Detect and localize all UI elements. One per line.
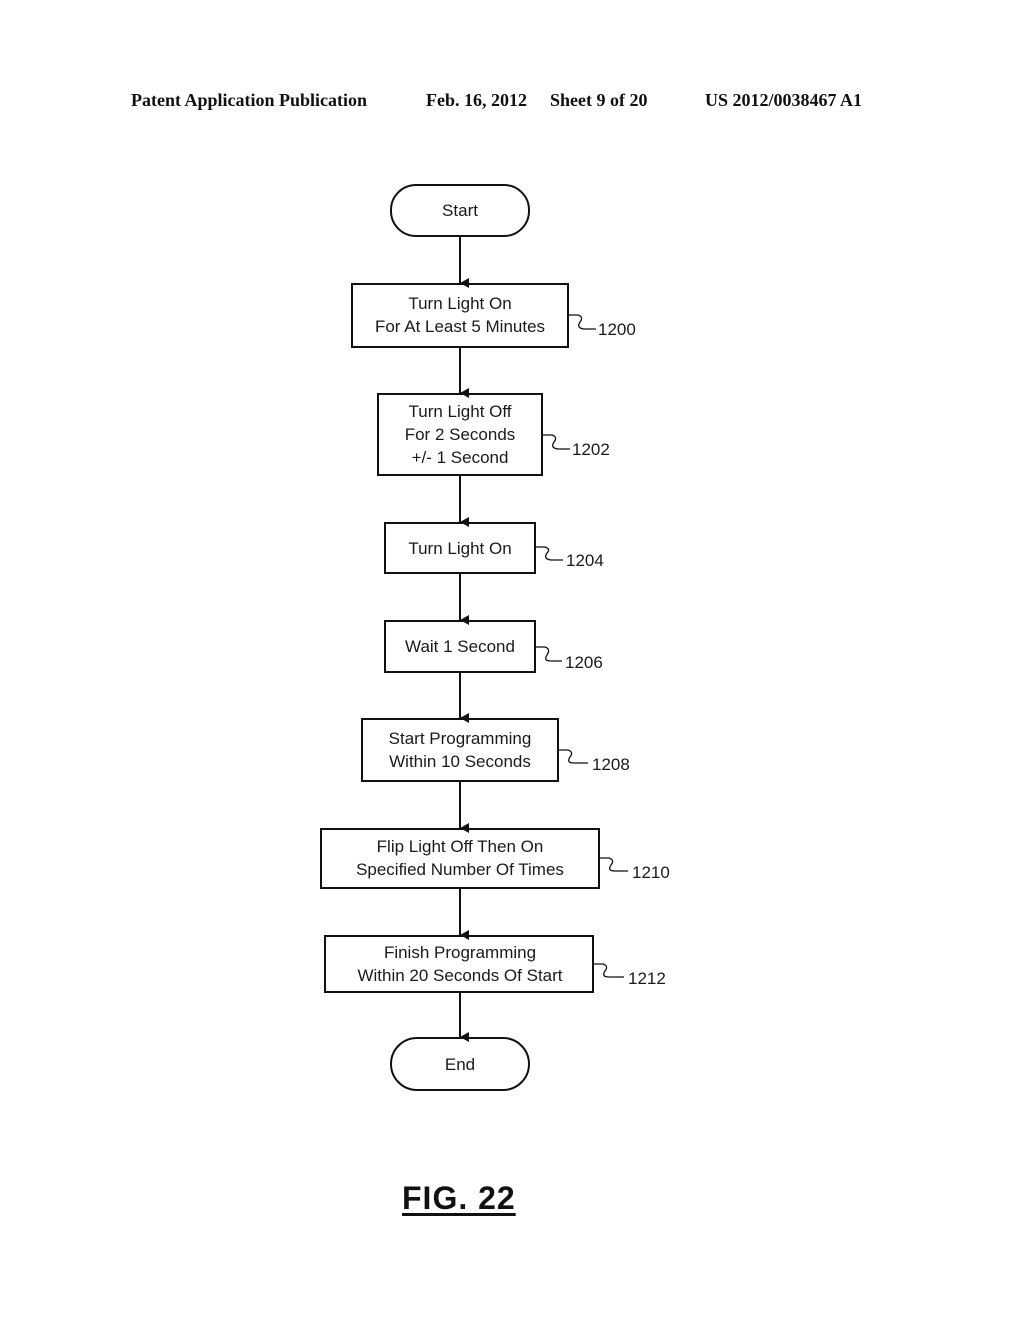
step-text: For 2 Seconds bbox=[405, 425, 516, 444]
reference-leader bbox=[599, 857, 628, 872]
step-text: +/- 1 Second bbox=[412, 448, 509, 467]
start-label: Start bbox=[442, 201, 478, 220]
step-text: Start Programming bbox=[389, 729, 532, 748]
step-text: Turn Light Off bbox=[409, 402, 512, 421]
step-1204: Turn Light On 1204 bbox=[384, 522, 604, 574]
step-text: Finish Programming bbox=[384, 943, 536, 962]
end-terminal: End bbox=[390, 1037, 530, 1091]
reference-numeral: 1212 bbox=[628, 969, 666, 988]
step-1206: Wait 1 Second 1206 bbox=[384, 620, 603, 673]
step-text: Turn Light On bbox=[408, 539, 511, 558]
step-1212: Finish Programming Within 20 Seconds Of … bbox=[324, 935, 666, 993]
step-1210: Flip Light Off Then On Specified Number … bbox=[320, 828, 670, 889]
step-text: Turn Light On bbox=[408, 294, 511, 313]
reference-numeral: 1202 bbox=[572, 440, 610, 459]
step-1208: Start Programming Within 10 Seconds 1208 bbox=[361, 718, 630, 782]
end-label: End bbox=[445, 1055, 475, 1074]
step-text: For At Least 5 Minutes bbox=[375, 317, 545, 336]
reference-numeral: 1200 bbox=[598, 320, 636, 339]
reference-numeral: 1204 bbox=[566, 551, 604, 570]
reference-leader bbox=[542, 434, 570, 450]
step-1200: Turn Light On For At Least 5 Minutes 120… bbox=[351, 283, 636, 348]
step-text: Within 10 Seconds bbox=[389, 752, 531, 771]
step-text: Within 20 Seconds Of Start bbox=[357, 966, 562, 985]
flowchart: Start Turn Light On For At Least 5 Minut… bbox=[320, 184, 670, 1091]
reference-leader bbox=[558, 749, 588, 764]
figure-label: FIG. 22 bbox=[402, 1180, 516, 1216]
reference-numeral: 1210 bbox=[632, 863, 670, 882]
reference-leader bbox=[535, 646, 562, 662]
step-1202: Turn Light Off For 2 Seconds +/- 1 Secon… bbox=[377, 393, 610, 476]
reference-numeral: 1208 bbox=[592, 755, 630, 774]
reference-leader bbox=[593, 963, 624, 978]
reference-leader bbox=[568, 314, 596, 330]
step-text: Flip Light Off Then On bbox=[377, 837, 544, 856]
step-text: Wait 1 Second bbox=[405, 637, 515, 656]
step-text: Specified Number Of Times bbox=[356, 860, 564, 879]
start-terminal: Start bbox=[390, 184, 530, 237]
reference-leader bbox=[535, 546, 563, 561]
reference-numeral: 1206 bbox=[565, 653, 603, 672]
